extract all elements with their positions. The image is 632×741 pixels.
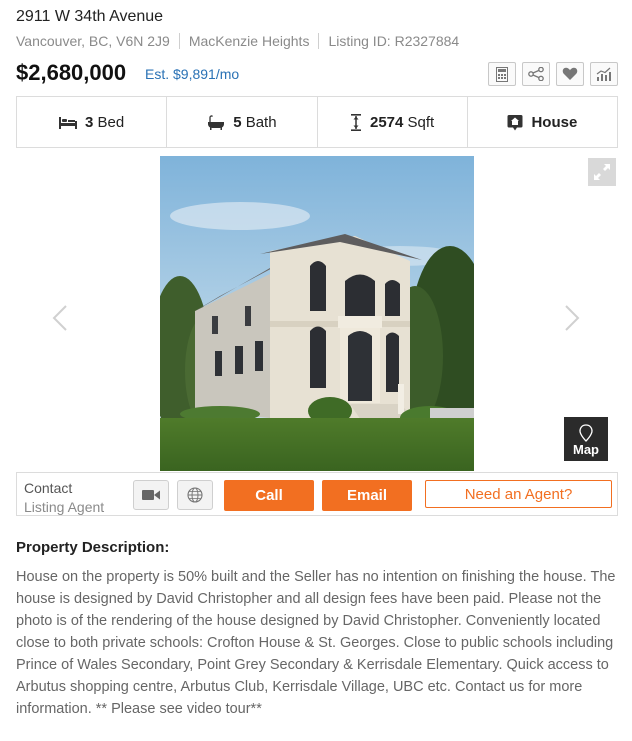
listing-address: 2911 W 34th Avenue: [16, 8, 164, 25]
beds-value: 3: [85, 113, 94, 131]
call-button[interactable]: Call: [224, 480, 314, 511]
video-chat-button[interactable]: [133, 480, 169, 510]
listing-subline: Vancouver, BC, V6N 2J9 MacKenzie Heights…: [16, 33, 459, 49]
baths-value: 5: [233, 113, 242, 131]
photo-gallery: Map: [16, 156, 618, 472]
toolbar: [488, 62, 618, 86]
listing-city: Vancouver, BC, V6N 2J9: [16, 33, 170, 49]
house-rendering-image: [160, 156, 474, 471]
website-button[interactable]: [177, 480, 213, 510]
heart-icon: [562, 67, 578, 80]
beds-label: Bed: [97, 113, 125, 131]
next-photo-button[interactable]: [564, 304, 580, 337]
calculator-icon: [496, 66, 508, 82]
estimated-payment-link[interactable]: Est. $9,891/mo: [145, 66, 239, 82]
stats-chart-icon: [596, 67, 611, 81]
map-button[interactable]: Map: [564, 417, 608, 461]
bed-icon: [59, 117, 78, 129]
description-title: Property Description:: [16, 539, 170, 556]
house-marker-icon: [507, 114, 523, 130]
property-facts: 3 Bed 5 Bath 2574 Sqft House: [16, 96, 618, 148]
contact-label: Contact Listing Agent: [24, 479, 104, 517]
divider: [318, 33, 320, 49]
share-icon: [528, 67, 544, 81]
contact-line-1: Contact: [24, 480, 73, 496]
globe-icon: [187, 487, 203, 503]
contact-line-2: Listing Agent: [24, 499, 105, 515]
map-label: Map: [573, 442, 599, 457]
contact-bar: Contact Listing Agent Call Email Need an…: [16, 472, 618, 516]
favorite-button[interactable]: [556, 62, 584, 86]
prev-photo-button[interactable]: [52, 304, 68, 337]
description-body: House on the property is 50% built and t…: [16, 569, 616, 717]
type-fact: House: [468, 97, 617, 147]
map-pin-icon: [579, 424, 593, 442]
baths-fact: 5 Bath: [167, 97, 318, 147]
divider: [178, 33, 180, 49]
type-label: House: [531, 113, 578, 131]
listing-price: $2,680,000: [16, 60, 127, 85]
need-agent-button[interactable]: Need an Agent?: [425, 480, 612, 508]
fullscreen-button[interactable]: [588, 158, 616, 186]
listing-id: Listing ID: R2327884: [328, 33, 460, 49]
baths-label: Bath: [245, 113, 277, 131]
email-button[interactable]: Email: [322, 480, 412, 511]
sqft-fact: 2574 Sqft: [318, 97, 468, 147]
sqft-label: Sqft: [407, 113, 435, 131]
expand-icon: [594, 164, 610, 180]
measure-icon: [351, 113, 361, 131]
video-camera-icon: [142, 490, 160, 500]
chevron-left-icon: [52, 305, 67, 331]
listing-photo[interactable]: [160, 156, 474, 471]
chevron-right-icon: [565, 305, 580, 331]
beds-fact: 3 Bed: [17, 97, 168, 147]
sqft-value: 2574: [370, 113, 404, 131]
share-button[interactable]: [522, 62, 550, 86]
stats-button[interactable]: [590, 62, 618, 86]
calculator-button[interactable]: [488, 62, 516, 86]
bathtub-icon: [208, 114, 225, 130]
listing-neighborhood[interactable]: MacKenzie Heights: [189, 33, 310, 49]
